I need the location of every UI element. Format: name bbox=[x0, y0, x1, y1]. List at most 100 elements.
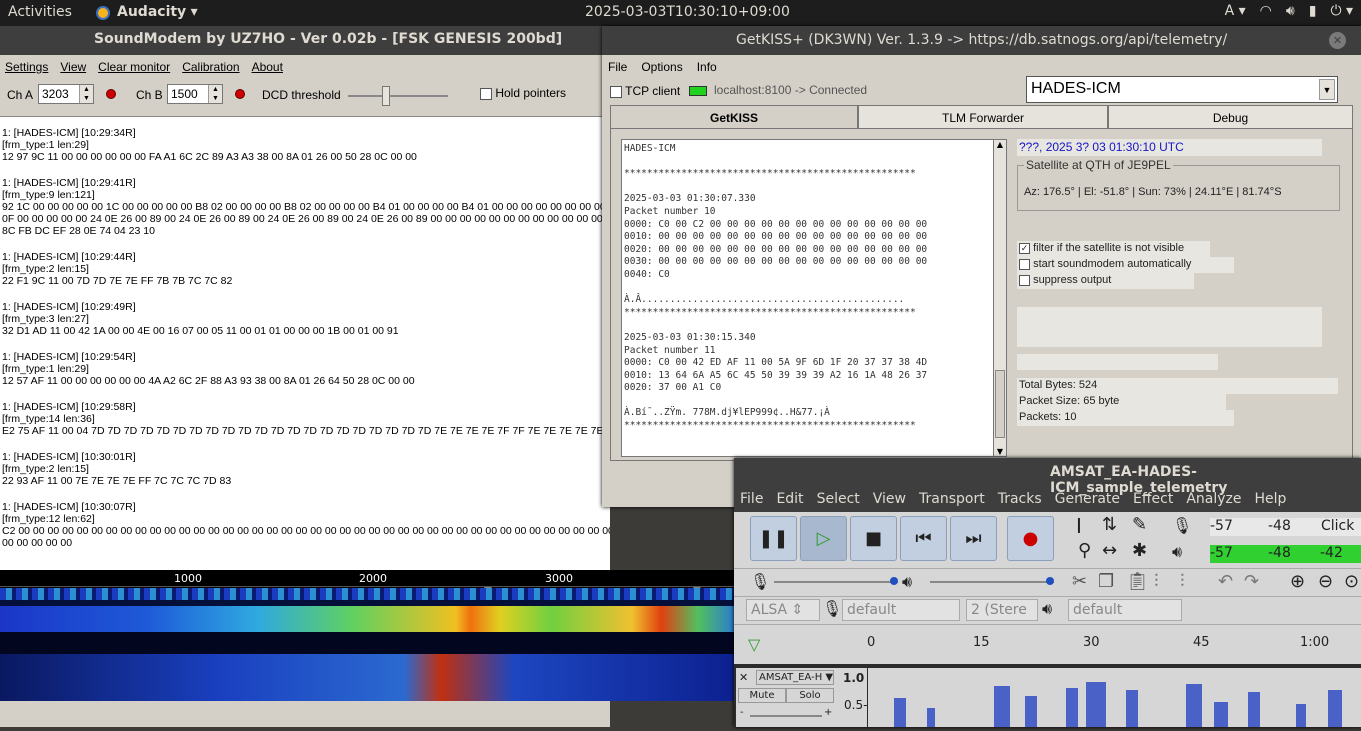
tab-debug[interactable]: Debug bbox=[1108, 105, 1353, 129]
zoom-out-icon[interactable]: ⊖ bbox=[1318, 571, 1333, 592]
timeshift-tool-icon[interactable]: ↔ bbox=[1102, 540, 1117, 561]
app-menu-button[interactable]: Audacity ▾ bbox=[117, 4, 198, 20]
menu-clear-monitor[interactable]: Clear monitor bbox=[98, 60, 170, 78]
tab-getkiss[interactable]: GetKISS bbox=[610, 105, 858, 130]
recording-channels-select[interactable]: 2 (Stere bbox=[966, 599, 1038, 621]
play-head-icon[interactable]: ▽ bbox=[748, 635, 760, 654]
tab-tlm-forwarder[interactable]: TLM Forwarder bbox=[858, 105, 1108, 129]
draw-tool-icon[interactable]: ✎ bbox=[1132, 514, 1147, 535]
skip-start-button[interactable]: ⏮︎ bbox=[900, 516, 947, 561]
wifi-icon[interactable]: ◠ bbox=[1260, 3, 1272, 19]
menu-about[interactable]: About bbox=[252, 60, 283, 78]
solo-button[interactable]: Solo bbox=[786, 688, 834, 703]
fit-selection-icon[interactable]: ⊙ bbox=[1344, 571, 1359, 592]
play-meter-icon[interactable]: 🔊︎ bbox=[1172, 542, 1182, 562]
menu-options[interactable]: Options bbox=[641, 60, 682, 77]
cha-frequency-input[interactable]: 3203 ▲ ▼ bbox=[38, 84, 94, 104]
scroll-down-icon[interactable]: ▼ bbox=[994, 447, 1006, 456]
log-entry-head: 1: [HADES-ICM] [10:29:54R] bbox=[2, 351, 136, 363]
frequency-ruler: 1000 2000 3000 ▽ ▽ bbox=[0, 570, 735, 597]
scroll-thumb[interactable] bbox=[995, 370, 1005, 438]
waveform-display[interactable] bbox=[868, 668, 1361, 727]
system-tray[interactable]: A ▾ ◠ 🔊︎ ▮ ⏻ ▾ bbox=[1225, 3, 1353, 19]
selection-tool-icon[interactable]: I bbox=[1076, 514, 1082, 538]
audio-host-select[interactable]: ALSA ⇕ bbox=[746, 599, 820, 621]
record-button[interactable]: ● bbox=[1007, 516, 1054, 561]
multi-tool-icon[interactable]: ✱ bbox=[1132, 540, 1147, 561]
paste-icon[interactable]: 📋︎ bbox=[1126, 571, 1149, 592]
cha-label: Ch A bbox=[7, 88, 34, 102]
dcd-threshold-slider[interactable] bbox=[348, 86, 448, 106]
track-close-icon[interactable]: ✕ bbox=[739, 671, 748, 684]
tcp-client-checkbox[interactable]: TCP client bbox=[610, 84, 680, 98]
undo-icon[interactable]: ↶ bbox=[1218, 571, 1233, 592]
packet-output[interactable]: HADES-ICM ******************************… bbox=[621, 139, 996, 457]
menu-select[interactable]: Select bbox=[817, 491, 860, 512]
menu-tracks[interactable]: Tracks bbox=[998, 491, 1042, 512]
track-name-menu[interactable]: AMSAT_EA-H ▼ bbox=[756, 670, 834, 685]
menu-settings[interactable]: Settings bbox=[5, 60, 48, 78]
stop-button[interactable]: ■ bbox=[850, 516, 897, 561]
log-entry-type: [frm_type:14 len:36] bbox=[2, 413, 95, 425]
power-icon[interactable]: ⏻ ▾ bbox=[1330, 3, 1353, 19]
hold-pointers-checkbox[interactable]: Hold pointers bbox=[480, 86, 566, 100]
menu-effect[interactable]: Effect bbox=[1133, 491, 1173, 512]
chb-frequency-input[interactable]: 1500 ▲ ▼ bbox=[167, 84, 223, 104]
cut-icon[interactable]: ✂ bbox=[1072, 571, 1087, 592]
clock[interactable]: 2025-03-03T10:30:10+09:00 bbox=[585, 4, 790, 20]
zoom-tool-icon[interactable]: ⚲ bbox=[1078, 540, 1091, 561]
satellite-select[interactable]: HADES-ICM ▼ bbox=[1026, 76, 1338, 103]
silence-icon[interactable]: ⫶ bbox=[1180, 571, 1185, 592]
audacity-app-icon bbox=[96, 6, 110, 20]
cha-spin-arrows[interactable]: ▲ ▼ bbox=[79, 85, 93, 103]
chevron-down-icon[interactable]: ▼ bbox=[1319, 79, 1335, 100]
activities-button[interactable]: Activities bbox=[8, 4, 72, 20]
playback-device-select[interactable]: default bbox=[1068, 599, 1182, 621]
option-filter-visible[interactable]: ✓ filter if the satellite is not visible bbox=[1017, 241, 1210, 257]
menu-file[interactable]: File bbox=[608, 60, 627, 77]
chb-spin-arrows[interactable]: ▲ ▼ bbox=[208, 85, 222, 103]
copy-icon[interactable]: ❐ bbox=[1098, 571, 1114, 592]
menu-transport[interactable]: Transport bbox=[919, 491, 985, 512]
menu-help[interactable]: Help bbox=[1255, 491, 1287, 512]
skip-end-button[interactable]: ⏭︎ bbox=[950, 516, 997, 561]
audacity-menubar: File Edit Select View Transport Tracks G… bbox=[734, 487, 1361, 512]
battery-icon[interactable]: ▮ bbox=[1309, 3, 1317, 19]
playback-meter[interactable]: -57 -48 -42 bbox=[1210, 545, 1361, 563]
playback-volume-slider[interactable] bbox=[930, 577, 1054, 585]
play-button[interactable]: ▷ bbox=[800, 516, 847, 561]
trim-icon[interactable]: ⫶ bbox=[1154, 571, 1159, 592]
monitor-log[interactable]: 1: [HADES-ICM] [10:29:34R] [frm_type:1 le… bbox=[0, 116, 610, 594]
gain-slider[interactable] bbox=[750, 715, 822, 717]
redo-icon[interactable]: ↷ bbox=[1244, 571, 1259, 592]
waterfall-display[interactable]: 1000 2000 3000 ▽ ▽ bbox=[0, 570, 735, 701]
option-start-soundmodem[interactable]: start soundmodem automatically bbox=[1017, 257, 1234, 273]
record-volume-slider[interactable] bbox=[774, 577, 898, 585]
option-suppress-output[interactable]: suppress output bbox=[1017, 273, 1194, 289]
menu-view[interactable]: View bbox=[873, 491, 906, 512]
menu-edit[interactable]: Edit bbox=[776, 491, 803, 512]
menu-info[interactable]: Info bbox=[697, 60, 717, 77]
menu-generate[interactable]: Generate bbox=[1055, 491, 1120, 512]
recording-device-select[interactable]: default bbox=[842, 599, 960, 621]
dcd-slider-thumb[interactable] bbox=[382, 86, 390, 106]
menu-calibration[interactable]: Calibration bbox=[182, 60, 239, 78]
scroll-up-icon[interactable]: ▲ bbox=[994, 140, 1006, 149]
waterfall-band-1 bbox=[0, 588, 735, 600]
getkiss-menubar: File Options Info bbox=[602, 55, 1361, 77]
packet-output-scrollbar[interactable]: ▲ ▼ bbox=[993, 139, 1007, 457]
record-meter-icon[interactable]: 🎙︎ bbox=[1172, 516, 1192, 535]
menu-analyze[interactable]: Analyze bbox=[1186, 491, 1241, 512]
menu-view[interactable]: View bbox=[60, 60, 86, 78]
close-icon[interactable]: ✕ bbox=[1329, 32, 1346, 49]
record-meter[interactable]: -57 -48 Click bbox=[1210, 518, 1361, 536]
zoom-in-icon[interactable]: ⊕ bbox=[1290, 571, 1305, 592]
envelope-tool-icon[interactable]: ⇅ bbox=[1102, 514, 1117, 535]
timeline-ruler[interactable]: ▽ 0 15 30 45 1:00 bbox=[734, 624, 1361, 664]
mute-button[interactable]: Mute bbox=[738, 688, 786, 703]
menu-file[interactable]: File bbox=[740, 491, 763, 512]
input-method-indicator[interactable]: A ▾ bbox=[1225, 3, 1246, 19]
log-entry-data: 12 97 9C 11 00 00 00 00 00 00 FA A1 6C 2… bbox=[2, 151, 417, 163]
volume-icon[interactable]: 🔊︎ bbox=[1286, 3, 1295, 19]
pause-button[interactable]: ❚❚ bbox=[750, 516, 797, 561]
